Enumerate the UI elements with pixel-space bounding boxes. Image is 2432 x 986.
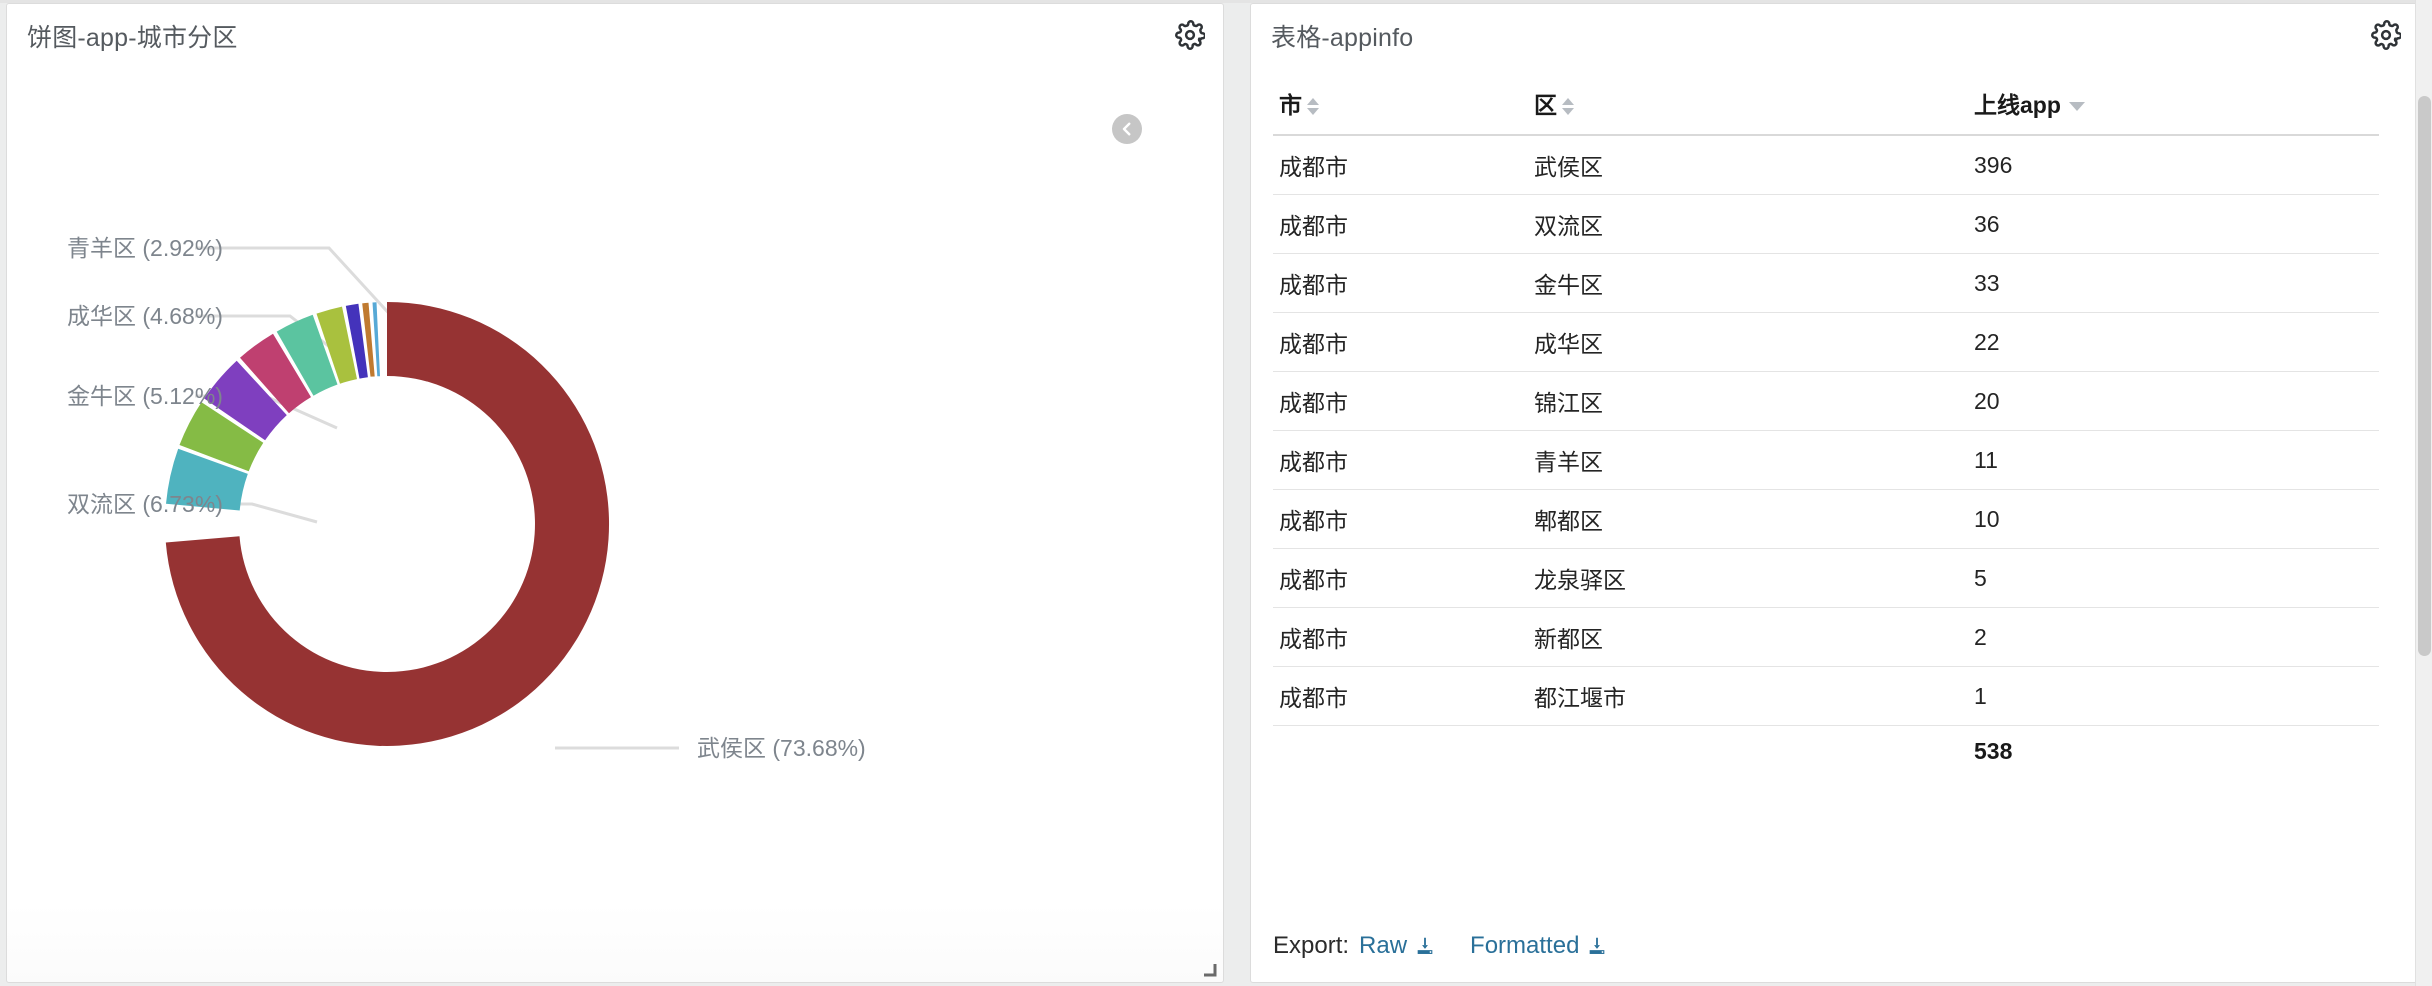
pie-label-qingyang: 青羊区 (2.92%) [67, 235, 223, 261]
pie-label-wuhou: 武侯区 (73.68%) [697, 735, 866, 761]
cell-apps: 396 [1968, 135, 2379, 195]
column-header-city[interactable]: 市 [1273, 74, 1528, 136]
table-body: 成都市 武侯区 396 成都市 双流区 36 成都市 金牛区 33 成都市 成华区 22 成都市 锦江区 2… [1273, 135, 2379, 726]
column-header-district[interactable]: 区 [1528, 74, 1968, 136]
total-apps-value: 538 [1974, 738, 2013, 764]
dashboard-root: 饼图-app-城市分区 青羊区 (2.92%) 成华区 (4.68%) 金牛区 … [0, 0, 2432, 986]
cell-apps: 20 [1968, 371, 2379, 431]
cell-district: 青羊区 [1528, 430, 1968, 490]
cell-city: 成都市 [1273, 312, 1528, 372]
cell-city: 成都市 [1273, 253, 1528, 313]
download-icon [1590, 937, 1605, 954]
cell-district: 郫都区 [1528, 489, 1968, 549]
cell-city: 成都市 [1273, 135, 1528, 195]
table-row: 成都市 新都区 2 [1273, 607, 2379, 667]
pie-chart-canvas: 青羊区 (2.92%) 成华区 (4.68%) 金牛区 (5.12%) 双流区 … [7, 4, 1223, 982]
table-footer: 538 [1273, 726, 2379, 778]
table-row: 成都市 青羊区 11 [1273, 430, 2379, 490]
cell-apps: 1 [1968, 666, 2379, 726]
column-header-apps-label: 上线app [1974, 92, 2061, 118]
export-formatted-link[interactable]: Formatted [1470, 932, 1608, 960]
resize-handle-icon [1204, 964, 1217, 977]
table-row: 成都市 武侯区 396 [1273, 135, 2379, 195]
panel-resize-handle[interactable] [1202, 962, 1218, 978]
cell-city: 成都市 [1273, 607, 1528, 667]
table-row: 成都市 金牛区 33 [1273, 253, 2379, 313]
table-row: 成都市 双流区 36 [1273, 194, 2379, 254]
page-scrollbar[interactable] [2415, 0, 2432, 986]
table-row: 成都市 成华区 22 [1273, 312, 2379, 372]
export-label: Export: [1273, 932, 1350, 959]
sort-toggle-district-icon[interactable] [1562, 98, 1576, 116]
pie-label-jinniu: 金牛区 (5.12%) [67, 383, 223, 409]
cell-city: 成都市 [1273, 666, 1528, 726]
cell-district: 武侯区 [1528, 135, 1968, 195]
cell-apps: 2 [1968, 607, 2379, 667]
table-header: 市 区 上线app [1273, 74, 2379, 136]
cell-district: 金牛区 [1528, 253, 1968, 313]
download-icon [1417, 937, 1433, 954]
table-panel: 表格-appinfo 市 区 上线app 成都市 武侯区 396 成都市 双流区… [1250, 3, 2420, 983]
table-total-row: 538 [1273, 726, 2379, 778]
table-panel-title: 表格-appinfo [1271, 24, 1414, 52]
cell-district: 新都区 [1528, 607, 1968, 667]
cell-city: 成都市 [1273, 430, 1528, 490]
table-settings-gear-icon[interactable] [2371, 20, 2401, 50]
export-row: Export: Raw Formatted [1273, 932, 1608, 960]
pie-chart-panel: 饼图-app-城市分区 青羊区 (2.92%) 成华区 (4.68%) 金牛区 … [6, 3, 1224, 983]
donut-chart-svg: 青羊区 (2.92%) 成华区 (4.68%) 金牛区 (5.12%) 双流区 … [67, 235, 866, 761]
export-raw-link[interactable]: Raw [1359, 932, 1436, 960]
sort-descending-apps-icon[interactable] [2068, 102, 2085, 112]
column-header-district-label: 区 [1534, 92, 1557, 118]
export-raw-label: Raw [1359, 932, 1408, 959]
pie-label-chenghua: 成华区 (4.68%) [67, 303, 223, 329]
cell-apps: 22 [1968, 312, 2379, 372]
cell-apps: 10 [1968, 489, 2379, 549]
donut-segments [165, 302, 610, 746]
sort-toggle-city-icon[interactable] [1307, 98, 1321, 116]
cell-district: 锦江区 [1528, 371, 1968, 431]
table-row: 成都市 锦江区 20 [1273, 371, 2379, 431]
appinfo-table-container: 市 区 上线app 成都市 武侯区 396 成都市 双流区 36 成都市 金牛区 33 成都市 成华… [1273, 74, 2379, 904]
table-row: 成都市 都江堰市 1 [1273, 666, 2379, 726]
table-header-row: 市 区 上线app [1273, 74, 2379, 136]
table-row: 成都市 郫都区 10 [1273, 489, 2379, 549]
total-spacer-district [1528, 726, 1968, 778]
total-spacer-city [1273, 726, 1528, 778]
cell-district: 成华区 [1528, 312, 1968, 372]
page-scrollbar-thumb[interactable] [2418, 96, 2431, 656]
cell-district: 都江堰市 [1528, 666, 1968, 726]
cell-district: 龙泉驿区 [1528, 548, 1968, 608]
column-header-city-label: 市 [1279, 92, 1302, 118]
cell-apps: 5 [1968, 548, 2379, 608]
cell-district: 双流区 [1528, 194, 1968, 254]
table-row: 成都市 龙泉驿区 5 [1273, 548, 2379, 608]
cell-city: 成都市 [1273, 371, 1528, 431]
cell-apps: 33 [1968, 253, 2379, 313]
pie-label-shuangliu: 双流区 (6.73%) [67, 491, 223, 517]
column-header-apps[interactable]: 上线app [1968, 74, 2379, 136]
cell-apps: 11 [1968, 430, 2379, 490]
export-formatted-label: Formatted [1470, 932, 1580, 959]
cell-city: 成都市 [1273, 548, 1528, 608]
cell-city: 成都市 [1273, 194, 1528, 254]
appinfo-table: 市 区 上线app 成都市 武侯区 396 成都市 双流区 36 成都市 金牛区 33 成都市 成华… [1273, 74, 2379, 777]
cell-apps: 36 [1968, 194, 2379, 254]
cell-city: 成都市 [1273, 489, 1528, 549]
